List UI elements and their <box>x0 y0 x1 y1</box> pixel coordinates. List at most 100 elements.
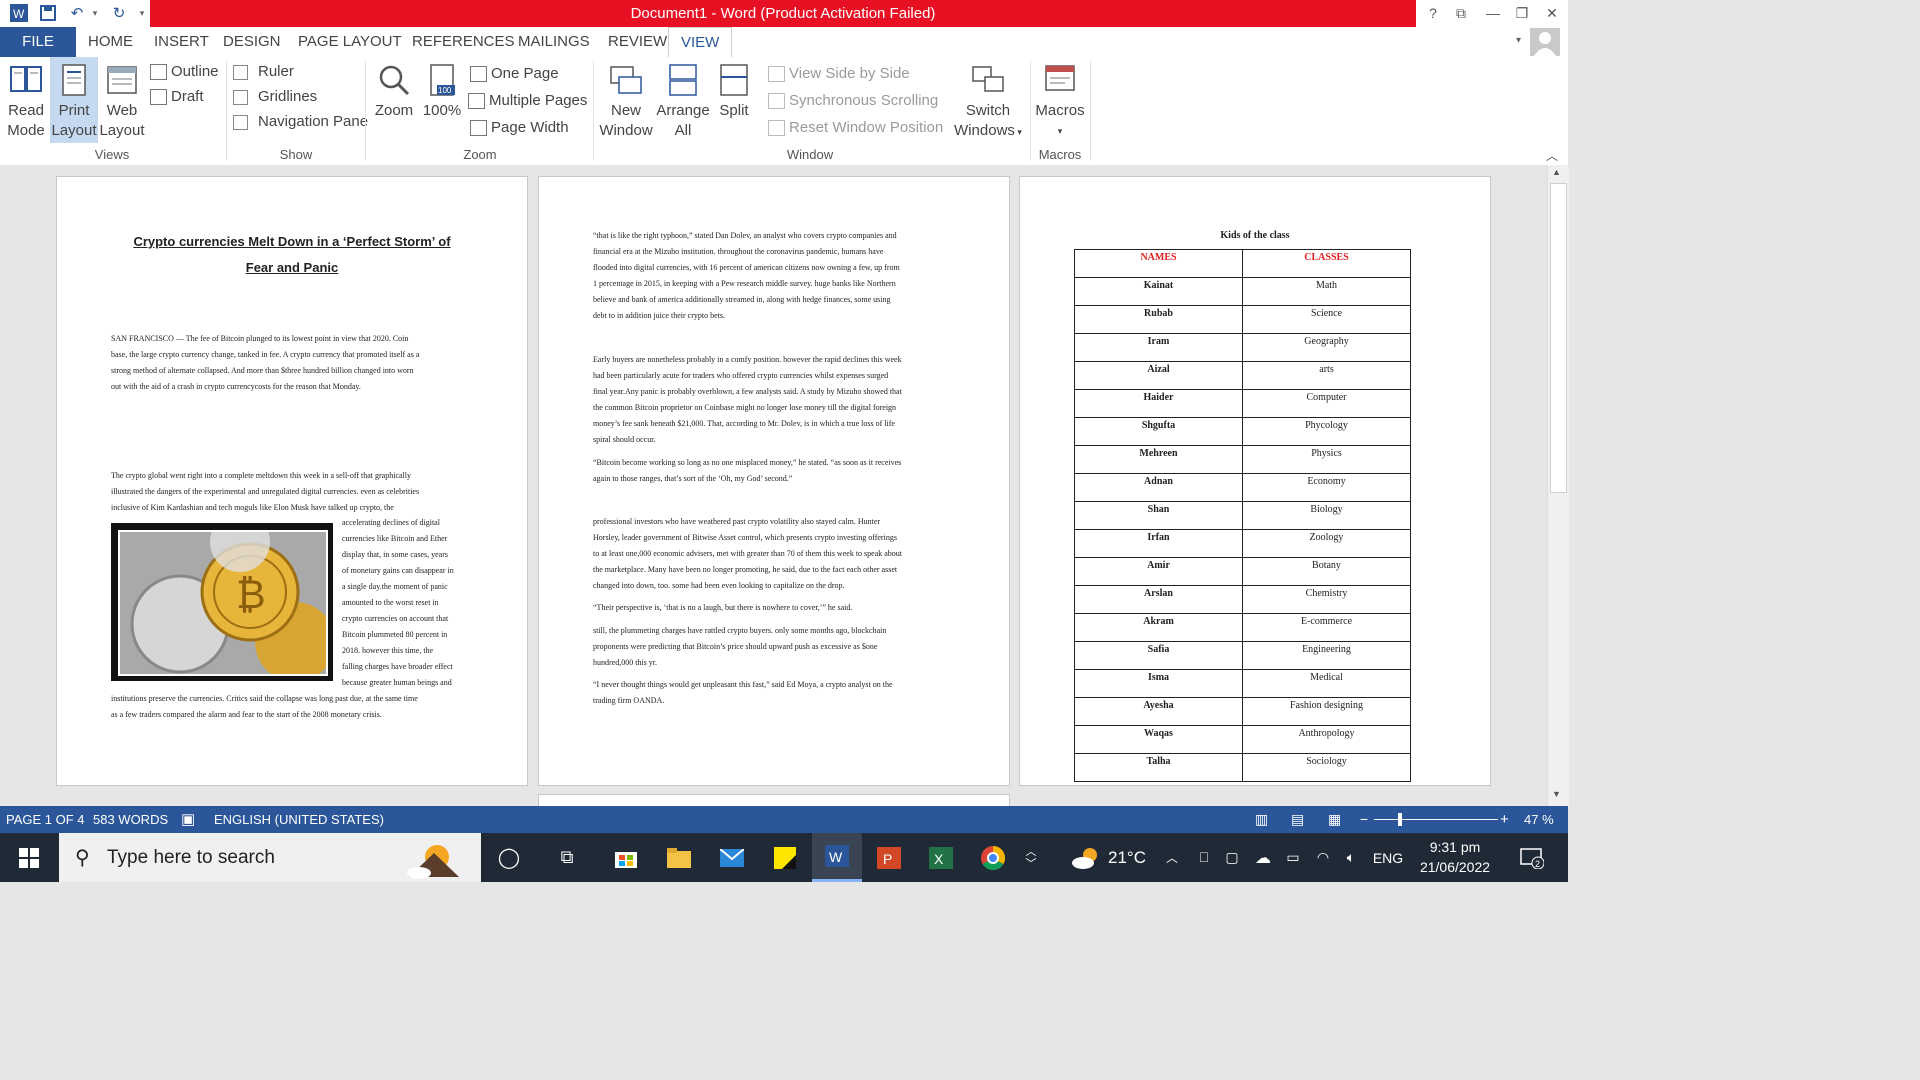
gridlines-check-box[interactable] <box>233 89 248 105</box>
start-button[interactable] <box>0 833 58 882</box>
collapse-ribbon-chevron-icon[interactable]: ︿ <box>1546 147 1558 164</box>
mail-icon[interactable] <box>712 833 752 882</box>
tab-insert[interactable]: INSERT <box>152 27 211 57</box>
zoom-button[interactable]: Zoom <box>372 57 416 121</box>
zoom-slider-track[interactable] <box>1374 819 1498 820</box>
outline-button[interactable]: Outline <box>150 61 219 83</box>
vertical-scrollbar[interactable]: ▲ ▼ <box>1547 165 1569 806</box>
scroll-down-icon[interactable]: ▼ <box>1552 789 1561 799</box>
web-layout-button[interactable]: Web Layout <box>99 57 145 141</box>
ribbon-display-options-icon[interactable]: ⧉ <box>1450 3 1472 23</box>
undo-icon[interactable]: ↶ <box>66 3 88 23</box>
split-button[interactable]: Split <box>712 57 756 121</box>
taskbar-search-box[interactable]: ⚲ Type here to search <box>59 833 481 882</box>
tab-review[interactable]: REVIEW <box>606 27 669 57</box>
article-title-line-2: Fear and Panic <box>245 260 339 275</box>
task-view-icon[interactable]: ⧉ <box>548 833 586 882</box>
undo-dropdown-icon[interactable]: ▾ <box>90 3 100 23</box>
draft-button[interactable]: Draft <box>150 86 204 108</box>
word-taskbar-icon[interactable]: W <box>812 833 862 882</box>
file-explorer-icon[interactable] <box>659 833 699 882</box>
tab-design[interactable]: DESIGN <box>221 27 283 57</box>
weather-icon[interactable] <box>1068 833 1104 882</box>
document-area[interactable]: Crypto currencies Melt Down in a ‘Perfec… <box>0 165 1547 806</box>
read-mode-view-icon[interactable]: ▥ <box>1255 806 1268 833</box>
close-button[interactable]: ✕ <box>1541 3 1563 23</box>
temperature[interactable]: 21°C <box>1104 833 1150 882</box>
zoom-slider-thumb[interactable] <box>1398 813 1402 826</box>
tab-references[interactable]: REFERENCES <box>410 27 517 57</box>
print-layout-view-icon[interactable]: ▤ <box>1291 806 1304 833</box>
ruler-checkbox[interactable]: Ruler <box>233 61 294 83</box>
table-row: Shan Biology <box>1074 501 1411 530</box>
chrome-icon[interactable] <box>970 833 1016 882</box>
language-indicator[interactable]: ENGLISH (UNITED STATES) <box>214 806 384 833</box>
volume-icon[interactable]: 🔈︎ <box>1338 833 1364 882</box>
table-row: Haider Computer <box>1074 389 1411 418</box>
page-width-button[interactable]: Page Width <box>470 117 569 139</box>
zoom-level[interactable]: 47 % <box>1524 806 1554 833</box>
tab-page-layout[interactable]: PAGE LAYOUT <box>296 27 404 57</box>
page-indicator[interactable]: PAGE 1 OF 4 <box>6 806 85 833</box>
text-line: had been particularly acute for traders … <box>593 371 889 380</box>
microsoft-store-icon[interactable] <box>606 833 646 882</box>
notifications-icon[interactable]: 2 <box>1512 833 1552 882</box>
new-window-button[interactable]: New Window <box>598 57 654 141</box>
web-layout-view-icon[interactable]: ▦ <box>1328 806 1341 833</box>
proofing-icon[interactable]: ▣ <box>181 806 195 833</box>
one-page-button[interactable]: One Page <box>470 63 559 85</box>
scroll-up-icon[interactable]: ▲ <box>1552 167 1561 177</box>
zoom-100-button[interactable]: 100 100% <box>420 57 464 121</box>
user-avatar[interactable] <box>1530 28 1560 56</box>
save-icon[interactable] <box>38 3 58 23</box>
powerpoint-icon[interactable]: P <box>866 833 912 882</box>
sticky-notes-icon[interactable] <box>765 833 805 882</box>
bitcoin-image[interactable]: ₿ <box>111 523 333 681</box>
collapse-ribbon-icon[interactable]: ▾ <box>1516 35 1521 46</box>
ruler-check-box[interactable] <box>233 64 248 80</box>
zoom-out-icon[interactable]: − <box>1360 806 1368 833</box>
redo-icon[interactable]: ↻ <box>108 3 130 23</box>
read-mode-button[interactable]: Read Mode <box>4 57 48 141</box>
onedrive-icon[interactable]: ☁ <box>1250 833 1276 882</box>
tab-home[interactable]: HOME <box>86 27 135 57</box>
page-4[interactable] <box>538 794 1010 806</box>
word-app-icon[interactable]: W <box>8 3 30 23</box>
clock[interactable]: 9:31 pm 21/06/2022 <box>1410 837 1500 877</box>
zoom-in-icon[interactable]: + <box>1500 806 1509 833</box>
word-count[interactable]: 583 WORDS <box>93 806 168 833</box>
customize-qat-icon[interactable]: ▾ <box>136 3 148 23</box>
excel-icon[interactable]: X <box>918 833 964 882</box>
multiple-pages-button[interactable]: Multiple Pages <box>468 90 587 112</box>
device-icon[interactable]: ⎕ <box>1192 833 1216 882</box>
restore-button[interactable]: ❐ <box>1511 3 1533 23</box>
group-separator <box>593 61 594 161</box>
scrollbar-thumb[interactable] <box>1550 183 1567 493</box>
switch-windows-button[interactable]: Switch Windows ▾ <box>950 57 1026 142</box>
view-side-by-side-button[interactable]: View Side by Side <box>768 63 910 85</box>
page-3[interactable]: Kids of the class NAMES CLASSES Kainat Ma… <box>1019 176 1491 786</box>
wifi-icon[interactable]: ◠ <box>1310 833 1336 882</box>
gridlines-checkbox[interactable]: Gridlines <box>233 86 317 108</box>
cortana-icon[interactable]: ◯ <box>490 833 528 882</box>
language-input[interactable]: ENG <box>1368 833 1408 882</box>
help-button[interactable]: ? <box>1422 3 1444 23</box>
show-hidden-icons-icon[interactable]: ︿ <box>1162 833 1182 882</box>
screen-icon[interactable]: ▢ <box>1220 833 1244 882</box>
tab-view[interactable]: VIEW <box>668 27 733 57</box>
arrange-all-button[interactable]: Arrange All <box>655 57 711 141</box>
tab-mailings[interactable]: MAILINGS <box>516 27 592 57</box>
page-2[interactable]: “that is like the right typhoon,” stated… <box>538 176 1010 786</box>
battery-icon[interactable]: ▭ <box>1280 833 1306 882</box>
table-row: Amir Botany <box>1074 557 1411 586</box>
taskbar-scroll-icon[interactable]: ︿ ﹀ <box>1020 833 1042 882</box>
print-layout-button[interactable]: Print Layout <box>50 57 98 143</box>
synchronous-scrolling-button[interactable]: Synchronous Scrolling <box>768 90 938 112</box>
page-1[interactable]: Crypto currencies Melt Down in a ‘Perfec… <box>56 176 528 786</box>
navigation-pane-checkbox[interactable]: Navigation Pane <box>233 111 368 133</box>
navigation-pane-check-box[interactable] <box>233 114 248 130</box>
tab-file[interactable]: FILE <box>0 27 76 57</box>
reset-window-position-button[interactable]: Reset Window Position <box>768 117 943 139</box>
minimize-button[interactable]: — <box>1482 3 1504 23</box>
macros-button[interactable]: Macros ▾ <box>1034 57 1086 141</box>
